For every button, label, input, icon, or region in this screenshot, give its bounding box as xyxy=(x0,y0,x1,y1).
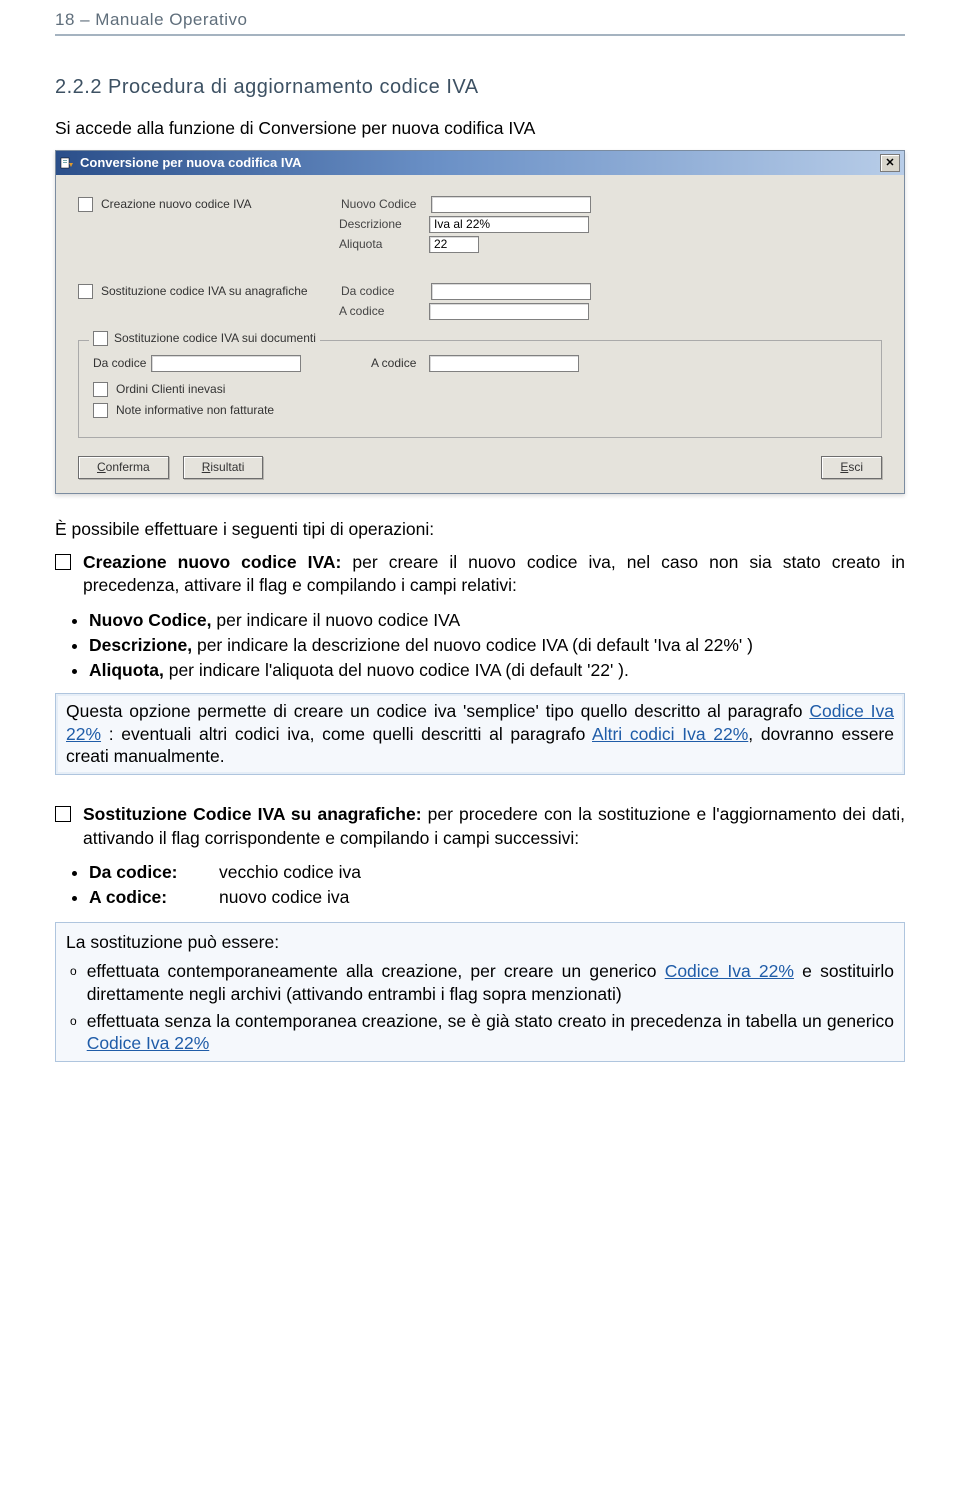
input-descrizione[interactable]: Iva al 22% xyxy=(429,216,589,233)
link-codice-iva-22-c[interactable]: Codice Iva 22% xyxy=(87,1033,210,1053)
input-a-codice[interactable] xyxy=(429,303,589,320)
close-button[interactable]: ✕ xyxy=(880,154,900,172)
conferma-button[interactable]: Conferma xyxy=(78,456,169,479)
page-header: 18 – Manuale Operativo xyxy=(55,10,905,36)
app-icon xyxy=(60,156,74,170)
label-sost-documenti: Sostituzione codice IVA sui documenti xyxy=(114,331,316,345)
input-a-codice2[interactable] xyxy=(429,355,579,372)
window-title: Conversione per nuova codifica IVA xyxy=(80,155,302,170)
label-aliquota: Aliquota xyxy=(339,237,429,251)
label-sost-anagrafiche: Sostituzione codice IVA su anagrafiche xyxy=(101,284,341,298)
section-title: 2.2.2 Procedura di aggiornamento codice … xyxy=(55,76,905,99)
item2-bullets: Da codice:vecchio codice iva A codice:nu… xyxy=(89,862,905,908)
titlebar: Conversione per nuova codifica IVA ✕ xyxy=(56,151,904,175)
list-item: Nuovo Codice, per indicare il nuovo codi… xyxy=(89,610,905,631)
esci-button[interactable]: Esci xyxy=(821,456,882,479)
after-window-text: È possibile effettuare i seguenti tipi d… xyxy=(55,518,905,541)
callout-note-1: Questa opzione permette di creare un cod… xyxy=(55,693,905,775)
checkbox-ordini[interactable] xyxy=(93,382,108,397)
creazione-row: Creazione nuovo codice IVA Nuovo Codice xyxy=(78,196,882,213)
label-da-codice2: Da codice xyxy=(93,356,151,370)
group-sost-documenti: Sostituzione codice IVA sui documenti Da… xyxy=(78,340,882,438)
label-da-codice: Da codice xyxy=(341,284,431,298)
label-descrizione: Descrizione xyxy=(339,217,429,231)
list-item: Da codice:vecchio codice iva xyxy=(89,862,905,883)
link-altri-codici-iva-22[interactable]: Altri codici Iva 22% xyxy=(592,724,748,744)
checkbox-sost-anagrafiche[interactable] xyxy=(78,284,93,299)
item1-bullets: Nuovo Codice, per indicare il nuovo codi… xyxy=(89,610,905,681)
list-item: effettuata senza la contemporanea creazi… xyxy=(70,1010,894,1056)
sost-anag-row: Sostituzione codice IVA su anagrafiche D… xyxy=(78,283,882,300)
input-da-codice[interactable] xyxy=(431,283,591,300)
app-window: Conversione per nuova codifica IVA ✕ Cre… xyxy=(55,150,905,494)
item1-lead: Creazione nuovo codice IVA: xyxy=(83,552,341,572)
label-a-codice2: A codice xyxy=(371,356,429,370)
risultati-button[interactable]: Risultati xyxy=(183,456,264,479)
checklist-item-creazione: Creazione nuovo codice IVA: per creare i… xyxy=(55,551,905,598)
link-codice-iva-22-b[interactable]: Codice Iva 22% xyxy=(665,961,794,981)
intro-text: Si accede alla funzione di Conversione p… xyxy=(55,117,905,140)
checkbox-glyph xyxy=(55,806,71,822)
input-nuovo-codice[interactable] xyxy=(431,196,591,213)
callout2-lead: La sostituzione può essere: xyxy=(66,931,894,954)
list-item: Descrizione, per indicare la descrizione… xyxy=(89,635,905,656)
label-a-codice: A codice xyxy=(339,304,429,318)
label-ordini: Ordini Clienti inevasi xyxy=(116,382,225,396)
item2-lead: Sostituzione Codice IVA su anagrafiche: xyxy=(83,804,422,824)
input-aliquota[interactable]: 22 xyxy=(429,236,479,253)
callout-note-2: La sostituzione può essere: effettuata c… xyxy=(55,922,905,1062)
list-item: Aliquota, per indicare l'aliquota del nu… xyxy=(89,660,905,681)
input-da-codice2[interactable] xyxy=(151,355,301,372)
label-note: Note informative non fatturate xyxy=(116,403,274,417)
checkbox-glyph xyxy=(55,554,71,570)
checklist-item-sostituzione: Sostituzione Codice IVA su anagrafiche: … xyxy=(55,803,905,850)
checkbox-creazione[interactable] xyxy=(78,197,93,212)
list-item: A codice:nuovo codice iva xyxy=(89,887,905,908)
label-nuovo-codice: Nuovo Codice xyxy=(341,197,431,211)
list-item: effettuata contemporaneamente alla creaz… xyxy=(70,960,894,1006)
close-icon: ✕ xyxy=(885,156,894,169)
checkbox-sost-documenti[interactable] xyxy=(93,331,108,346)
label-creazione: Creazione nuovo codice IVA xyxy=(101,197,341,211)
checkbox-note[interactable] xyxy=(93,403,108,418)
